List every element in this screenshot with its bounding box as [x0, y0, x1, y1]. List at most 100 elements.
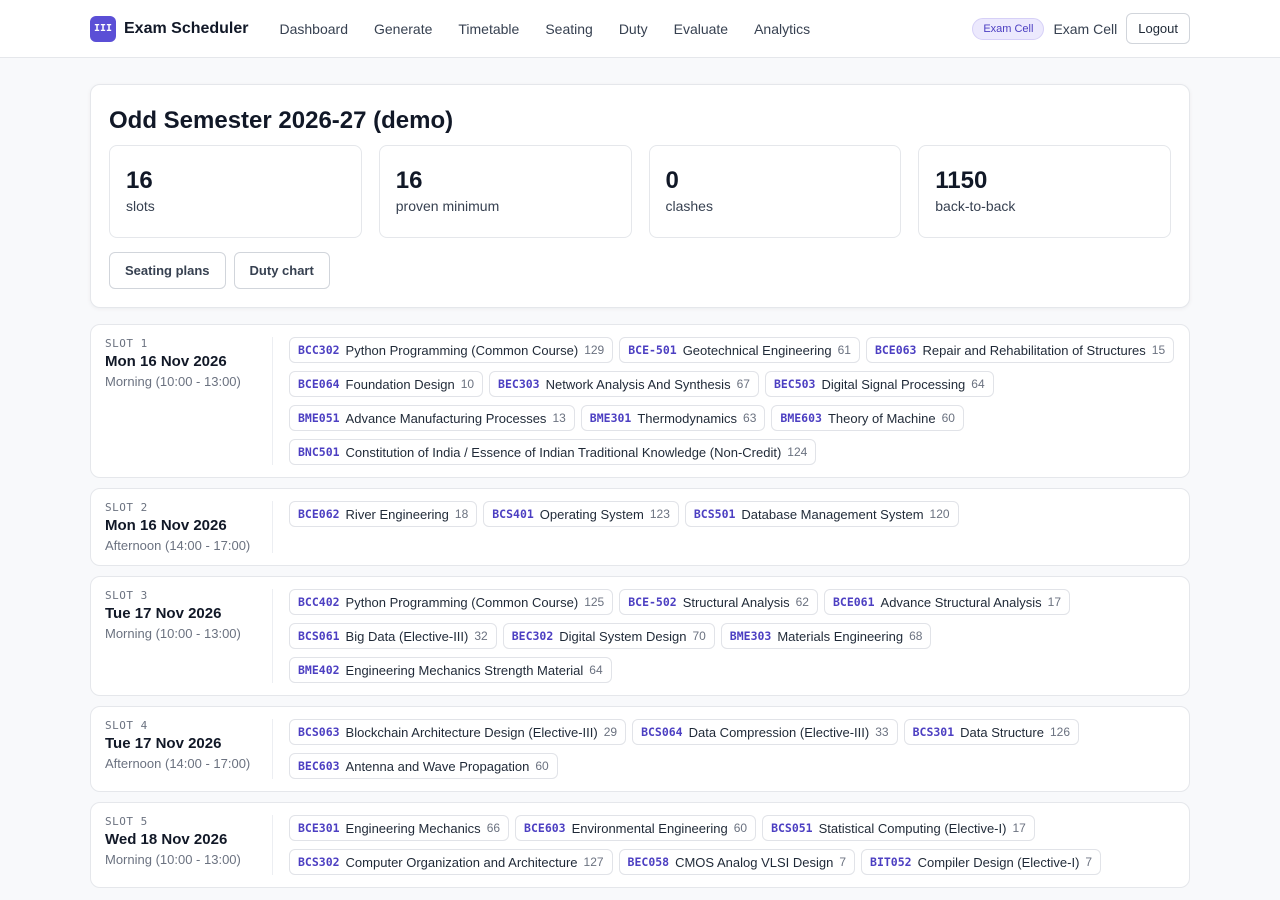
- stat-clashes: 0 clashes: [648, 145, 902, 238]
- course-name: Data Compression (Elective-III): [688, 724, 870, 740]
- stat-value: 16: [395, 167, 423, 194]
- course-code: BCS061: [298, 629, 340, 643]
- course-chip[interactable]: BIT052 Compiler Design (Elective-I) 7: [861, 849, 1102, 875]
- role-badge: Exam Cell: [972, 17, 1045, 40]
- course-chip[interactable]: BCS051 Statistical Computing (Elective-I)…: [762, 815, 1035, 841]
- course-chip[interactable]: BCE-501 Geotechnical Engineering 61: [619, 337, 860, 363]
- course-chip[interactable]: BCS063 Blockchain Architecture Design (El…: [289, 719, 627, 745]
- course-chip[interactable]: BCS301 Data Structure 126: [903, 719, 1079, 745]
- course-chip[interactable]: BEC303 Network Analysis And Synthesis 67: [489, 371, 759, 397]
- student-count: 29: [603, 725, 618, 739]
- course-chip[interactable]: BEC603 Antenna and Wave Propagation 60: [289, 753, 558, 779]
- student-count: 61: [837, 343, 851, 357]
- course-chip[interactable]: BCE-502 Structural Analysis 62: [619, 589, 818, 615]
- stat-value: 16: [126, 167, 153, 194]
- nav-seating[interactable]: Seating: [532, 15, 605, 43]
- course-code: BCE301: [298, 821, 340, 835]
- course-chip[interactable]: BCC402 Python Programming (Common Course)…: [289, 589, 614, 615]
- course-name: Antenna and Wave Propagation: [345, 758, 530, 774]
- course-chip[interactable]: BCS401 Operating System 123: [483, 501, 679, 527]
- course-chip[interactable]: BCS501 Database Management System 120: [684, 501, 959, 527]
- course-name: Constitution of India / Essence of India…: [345, 444, 782, 460]
- course-chip[interactable]: BME603 Theory of Machine 60: [771, 405, 964, 431]
- slot-number: SLOT 1: [105, 337, 148, 350]
- student-count: 68: [909, 629, 923, 643]
- course-chip[interactable]: BME303 Materials Engineering 68: [720, 623, 932, 649]
- slot-time: Afternoon (14:00 - 17:00): [105, 756, 251, 771]
- slot-number: SLOT 5: [105, 815, 148, 828]
- student-count: 125: [584, 595, 605, 609]
- course-chip[interactable]: BCS064 Data Compression (Elective-III) 33: [632, 719, 898, 745]
- student-count: 60: [941, 411, 955, 425]
- course-chip[interactable]: BEC302 Digital System Design 70: [502, 623, 715, 649]
- student-count: 70: [692, 629, 706, 643]
- stat-label: proven minimum: [395, 198, 500, 214]
- course-code: BCE064: [298, 377, 340, 391]
- course-chip[interactable]: BME402 Engineering Mechanics Strength Mat…: [289, 657, 612, 683]
- course-code: BCS401: [492, 507, 534, 521]
- course-chip[interactable]: BEC058 CMOS Analog VLSI Design 7: [618, 849, 856, 875]
- course-chip[interactable]: BME051 Advance Manufacturing Processes 13: [289, 405, 575, 431]
- nav-evaluate[interactable]: Evaluate: [661, 15, 741, 43]
- course-name: Python Programming (Common Course): [345, 342, 579, 358]
- brand[interactable]: III Exam Scheduler: [90, 15, 249, 42]
- stat-slots: 16 slots: [109, 145, 362, 238]
- slot-date: Tue 17 Nov 2026: [105, 605, 222, 622]
- course-code: BME051: [298, 411, 340, 425]
- course-name: Big Data (Elective-III): [345, 628, 469, 644]
- slot-time: Morning (10:00 - 13:00): [105, 626, 241, 641]
- course-chip[interactable]: BME301 Thermodynamics 63: [580, 405, 766, 431]
- course-code: BCC402: [298, 595, 340, 609]
- nav-analytics[interactable]: Analytics: [741, 15, 823, 43]
- course-chip[interactable]: BCE063 Repair and Rehabilitation of Struc…: [865, 337, 1175, 363]
- slot-meta: SLOT 5 Wed 18 Nov 2026 Morning (10:00 - 13…: [105, 815, 273, 875]
- course-chip[interactable]: BCE603 Environmental Engineering 60: [515, 815, 757, 841]
- seating-plans-button[interactable]: Seating plans: [109, 252, 226, 289]
- course-chip[interactable]: BCC302 Python Programming (Common Course)…: [289, 337, 614, 363]
- student-count: 126: [1049, 725, 1070, 739]
- nav-generate[interactable]: Generate: [361, 15, 445, 43]
- course-code: BME603: [780, 411, 822, 425]
- course-code: BCS501: [693, 507, 736, 521]
- course-name: Blockchain Architecture Design (Elective…: [345, 724, 598, 740]
- course-chip[interactable]: BNC501 Constitution of India / Essence of…: [289, 439, 817, 465]
- student-count: 60: [535, 759, 549, 773]
- nav-timetable[interactable]: Timetable: [445, 15, 532, 43]
- stats-row: 16 slots 16 proven minimum 0 clashes 115…: [109, 145, 1171, 238]
- course-name: Digital Signal Processing: [821, 376, 966, 392]
- course-name: Statistical Computing (Elective-I): [818, 820, 1007, 836]
- slot-card: SLOT 5 Wed 18 Nov 2026 Morning (10:00 - 13…: [90, 802, 1190, 888]
- course-code: BME301: [589, 411, 632, 425]
- course-chip[interactable]: BCE064 Foundation Design 10: [289, 371, 484, 397]
- course-code: BEC503: [773, 377, 816, 391]
- course-name: Theory of Machine: [827, 410, 936, 426]
- course-code: BCS301: [912, 725, 955, 739]
- course-chip[interactable]: BCE062 River Engineering 18: [289, 501, 478, 527]
- nav-duty[interactable]: Duty: [606, 15, 661, 43]
- course-chip[interactable]: BCE301 Engineering Mechanics 66: [289, 815, 510, 841]
- main-content: Odd Semester 2026-27 (demo) 16 slots 16 …: [0, 58, 1280, 888]
- course-name: Environmental Engineering: [571, 820, 728, 836]
- course-code: BME303: [729, 629, 772, 643]
- student-count: 15: [1151, 343, 1166, 357]
- course-name: Engineering Mechanics Strength Material: [345, 662, 584, 678]
- course-code: BCC302: [298, 343, 340, 357]
- course-code: BCE603: [524, 821, 566, 835]
- duty-chart-button[interactable]: Duty chart: [233, 252, 330, 289]
- course-chip[interactable]: BCE061 Advance Structural Analysis 17: [823, 589, 1071, 615]
- slot-meta: SLOT 1 Mon 16 Nov 2026 Morning (10:00 - 13…: [105, 337, 273, 465]
- course-name: Structural Analysis: [682, 594, 790, 610]
- student-count: 13: [552, 411, 566, 425]
- nav-dashboard[interactable]: Dashboard: [267, 15, 362, 43]
- slot-number: SLOT 3: [105, 589, 148, 602]
- student-count: 7: [839, 855, 847, 869]
- course-list: BCE062 River Engineering 18 BCS401 Operating…: [289, 501, 1175, 553]
- logout-button[interactable]: Logout: [1126, 13, 1190, 44]
- course-name: Compiler Design (Elective-I): [917, 854, 1080, 870]
- slot-date: Tue 17 Nov 2026: [105, 735, 222, 752]
- course-chip[interactable]: BCS061 Big Data (Elective-III) 32: [289, 623, 497, 649]
- course-chip[interactable]: BCS302 Computer Organization and Architec…: [289, 849, 613, 875]
- course-code: BCE061: [832, 595, 875, 609]
- semester-summary-card: Odd Semester 2026-27 (demo) 16 slots 16 …: [90, 84, 1190, 308]
- course-chip[interactable]: BEC503 Digital Signal Processing 64: [764, 371, 994, 397]
